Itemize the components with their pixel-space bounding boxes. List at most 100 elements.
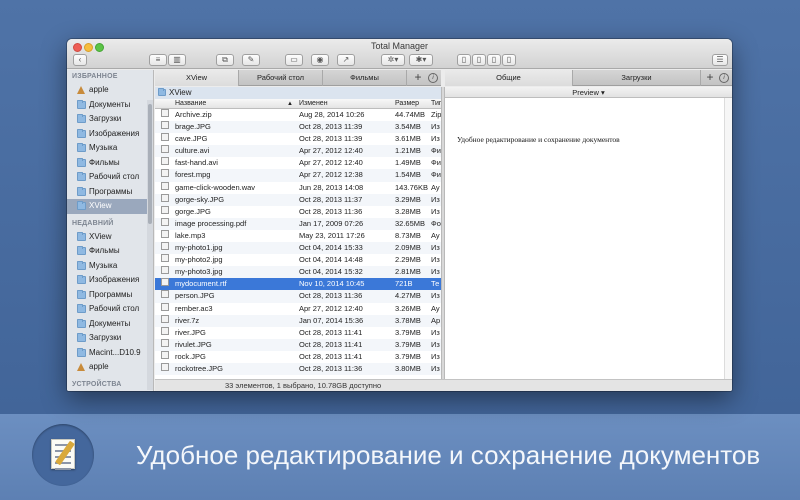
sidebar-recent-music[interactable]: Музыка: [67, 259, 153, 274]
back-button[interactable]: ‹: [73, 54, 87, 66]
file-size: 3.61MB: [395, 134, 421, 144]
file-row[interactable]: rock.JPG Oct 28, 2013 11:41 3.79MB Из: [155, 350, 441, 363]
menu-button[interactable]: ☰: [712, 54, 728, 66]
sidebar-item-movies[interactable]: Фильмы: [67, 156, 153, 171]
preview-header[interactable]: Preview ▾: [445, 87, 732, 98]
file-name: river.JPG: [175, 327, 206, 337]
sort-ascending-icon[interactable]: ▲: [287, 99, 293, 109]
file-modified: Apr 27, 2012 12:40: [299, 146, 363, 156]
path-bar[interactable]: XView: [155, 87, 441, 99]
col-modified[interactable]: Изменен: [299, 99, 328, 109]
file-row[interactable]: river.JPG Oct 28, 2013 11:41 3.79MB Из: [155, 326, 441, 339]
sidebar-recent-images[interactable]: Изображения: [67, 273, 153, 288]
sidebar-item-applications[interactable]: Программы: [67, 185, 153, 200]
doc-action-4-button[interactable]: ▯: [502, 54, 516, 66]
sidebar-recent-xview[interactable]: XView: [67, 230, 153, 245]
file-row[interactable]: river.7z Jan 07, 2014 15:36 3.78MB Ар: [155, 314, 441, 327]
share-button[interactable]: ↗: [337, 54, 355, 66]
file-size: 3.29MB: [395, 194, 421, 204]
col-type[interactable]: Тип: [431, 99, 441, 109]
sidebar-item-downloads[interactable]: Загрузки: [67, 112, 153, 127]
file-modified: Oct 04, 2014 15:33: [299, 243, 363, 253]
sidebar-recent-applications[interactable]: Программы: [67, 288, 153, 303]
folder-icon: [77, 304, 86, 313]
file-row[interactable]: gorge.JPG Oct 28, 2013 11:36 3.28MB Из: [155, 205, 441, 218]
edit-button[interactable]: ✎: [242, 54, 260, 66]
doc-action-1-button[interactable]: ▯: [457, 54, 471, 66]
file-name: gorge.JPG: [175, 206, 211, 216]
monitor-icon: ▭: [290, 55, 298, 64]
file-size: 1.54MB: [395, 170, 421, 180]
file-type: Из: [431, 291, 440, 301]
file-name: cave.JPG: [175, 134, 208, 144]
sidebar-item-apple[interactable]: apple: [67, 83, 153, 98]
tools-menu-button[interactable]: ✱▾: [409, 54, 433, 66]
sidebar-recent-documents[interactable]: Документы: [67, 317, 153, 332]
list-view-button[interactable]: ≡: [149, 54, 167, 66]
sidebar-recent-macintosh-hd[interactable]: Macint...D10.9: [67, 346, 153, 361]
file-row[interactable]: rivulet.JPG Oct 28, 2013 11:41 3.79MB Из: [155, 338, 441, 351]
doc-action-2-button[interactable]: ▯: [472, 54, 486, 66]
file-row[interactable]: Archive.zip Aug 28, 2014 10:26 44.74MB Zip: [155, 109, 441, 121]
file-size: 143.76KB: [395, 182, 428, 192]
tab-xview[interactable]: XView: [155, 70, 239, 86]
file-icon: [161, 314, 169, 323]
file-row[interactable]: my-photo2.jpg Oct 04, 2014 14:48 2.29MB Из: [155, 254, 441, 266]
copy-icon: ⧉: [222, 55, 228, 64]
file-row[interactable]: cave.JPG Oct 28, 2013 11:39 3.61MB Из: [155, 133, 441, 145]
file-modified: Nov 10, 2014 10:45: [299, 279, 365, 289]
file-row[interactable]: culture.avi Apr 27, 2012 12:40 1.21MB Фи: [155, 145, 441, 158]
preview-scrollbar[interactable]: [724, 98, 732, 379]
col-size[interactable]: Размер: [395, 99, 419, 109]
file-row[interactable]: lake.mp3 May 23, 2011 17:26 8.73MB Ау: [155, 229, 441, 242]
file-row[interactable]: image processing.pdf Jan 17, 2009 07:26 32…: [155, 217, 441, 230]
tab-shared[interactable]: Общие: [445, 70, 573, 86]
file-row[interactable]: my-photo3.jpg Oct 04, 2014 15:32 2.81MB Из: [155, 266, 441, 279]
copy-button[interactable]: ⧉: [216, 54, 234, 66]
display-button[interactable]: ▭: [285, 54, 303, 66]
pencil-icon: ✎: [247, 55, 255, 64]
info-right-icon[interactable]: i: [719, 73, 729, 83]
file-modified: Oct 04, 2014 15:32: [299, 267, 363, 277]
sidebar-item-music[interactable]: Музыка: [67, 141, 153, 156]
file-row[interactable]: person.JPG Oct 28, 2013 11:36 4.27MB Из: [155, 290, 441, 303]
sidebar-recent-movies[interactable]: Фильмы: [67, 244, 153, 259]
sidebar-item-xview[interactable]: XView: [67, 199, 153, 214]
file-icon: [161, 217, 169, 226]
file-type: Фо: [431, 218, 441, 228]
sidebar-scrollbar[interactable]: [147, 100, 153, 390]
sidebar-recent-desktop[interactable]: Рабочий стол: [67, 302, 153, 317]
sidebar-item-desktop[interactable]: Рабочий стол: [67, 170, 153, 185]
tab-movies[interactable]: Фильмы: [323, 70, 407, 86]
file-icon: [161, 121, 169, 130]
folder-icon: [77, 260, 86, 270]
file-row[interactable]: rember.ac3 Apr 27, 2012 12:40 3.26MB Ау: [155, 302, 441, 315]
tab-desktop[interactable]: Рабочий стол: [239, 70, 323, 86]
doc-action-3-button[interactable]: ▯: [487, 54, 501, 66]
action-menu-button[interactable]: ✲▾: [381, 54, 405, 66]
column-view-button[interactable]: ▥: [168, 54, 186, 66]
file-row[interactable]: rockotree.JPG Oct 28, 2013 11:36 3.80MB Из: [155, 362, 441, 376]
file-row[interactable]: fast-hand.avi Apr 27, 2012 12:40 1.49MB Фи: [155, 157, 441, 169]
sidebar-recent-downloads[interactable]: Загрузки: [67, 331, 153, 346]
file-row[interactable]: forest.mpg Apr 27, 2012 12:38 1.54MB Фи: [155, 169, 441, 182]
folder-icon: [77, 172, 86, 181]
add-tab-left-button[interactable]: +: [411, 71, 425, 85]
file-row[interactable]: gorge-sky.JPG Oct 28, 2013 11:37 3.29MB Из: [155, 193, 441, 206]
sidebar-recent-apple[interactable]: apple: [67, 360, 153, 375]
file-name: river.7z: [175, 315, 200, 325]
file-icon: [161, 362, 169, 371]
tab-downloads[interactable]: Загрузки: [573, 70, 701, 86]
file-icon: [161, 350, 169, 359]
file-row[interactable]: brage.JPG Oct 28, 2013 11:39 3.54MB Из: [155, 121, 441, 134]
sidebar-item-images[interactable]: Изображения: [67, 127, 153, 142]
sidebar-item-documents[interactable]: Документы: [67, 98, 153, 113]
file-row[interactable]: my-photo1.jpg Oct 04, 2014 15:33 2.09MB Из: [155, 242, 441, 255]
add-tab-right-button[interactable]: +: [703, 71, 717, 85]
col-name[interactable]: Название: [175, 99, 206, 109]
file-row[interactable]: game-click-wooden.wav Jun 28, 2013 14:08 1…: [155, 181, 441, 194]
file-modified: Oct 28, 2013 11:39: [299, 122, 363, 132]
file-row[interactable]: mydocument.rtf Nov 10, 2014 10:45 721B Те: [155, 278, 441, 291]
info-left-icon[interactable]: i: [428, 73, 438, 83]
quick-look-button[interactable]: ◉: [311, 54, 329, 66]
